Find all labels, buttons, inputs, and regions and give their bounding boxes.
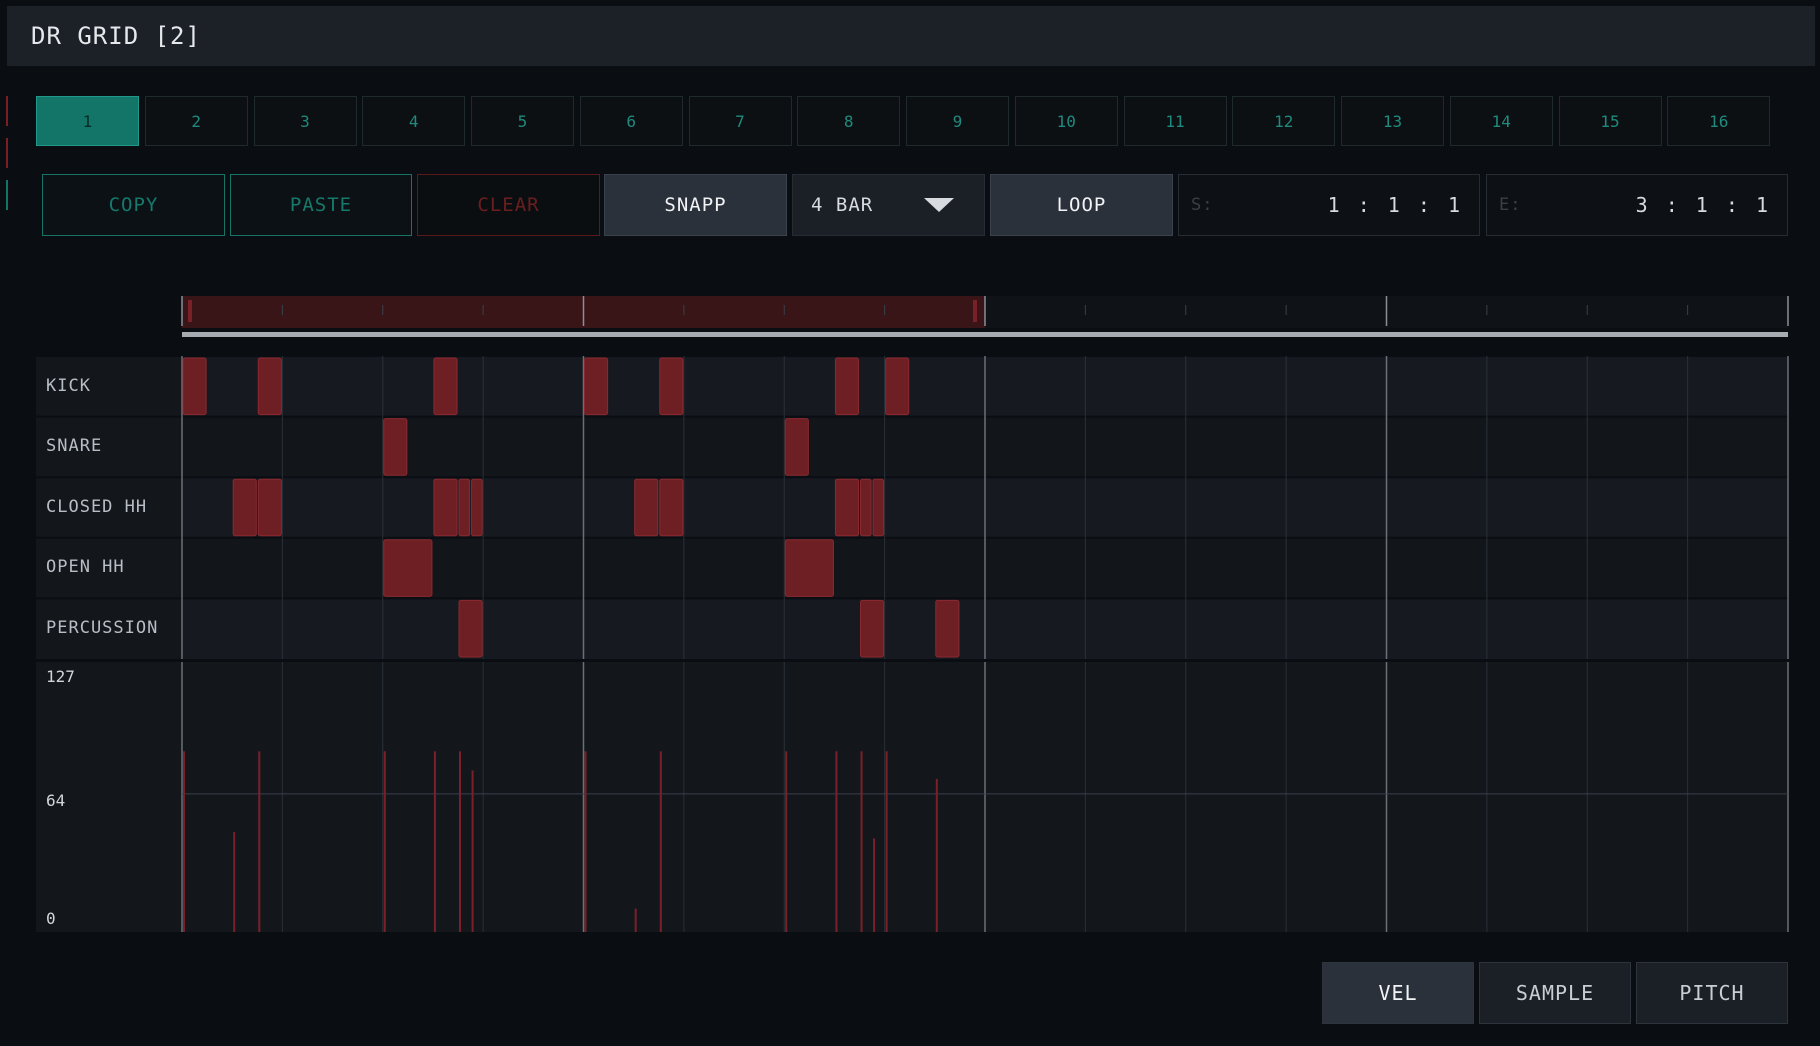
velocity-mid-label: 64 [46, 791, 66, 810]
lane-label-snare: SNARE [46, 436, 103, 456]
sequencer-grid[interactable] [0, 0, 1820, 1046]
note-block[interactable] [834, 478, 860, 537]
lane-label-kick: KICK [46, 376, 91, 396]
velocity-bar[interactable] [634, 908, 637, 932]
velocity-bar[interactable] [258, 751, 261, 932]
velocity-bar[interactable] [873, 838, 876, 932]
velocity-max-label: 127 [46, 667, 75, 686]
loop-end-handle[interactable] [973, 300, 977, 322]
tab-sample[interactable]: SAMPLE [1479, 962, 1631, 1024]
lane-label-open-hh: OPEN HH [46, 557, 125, 577]
note-block[interactable] [860, 599, 885, 658]
velocity-bar[interactable] [835, 751, 838, 932]
velocity-bar[interactable] [885, 751, 888, 932]
note-block[interactable] [834, 357, 860, 416]
loop-start-handle[interactable] [188, 300, 192, 322]
velocity-bar[interactable] [433, 751, 436, 932]
note-block[interactable] [784, 539, 834, 597]
note-block[interactable] [634, 478, 659, 537]
lane-label-percussion: PERCUSSION [46, 618, 159, 638]
note-block[interactable] [935, 599, 960, 658]
note-block[interactable] [232, 478, 257, 537]
velocity-bar[interactable] [233, 832, 236, 932]
note-block[interactable] [433, 478, 458, 537]
velocity-bar[interactable] [383, 751, 386, 932]
note-block[interactable] [458, 599, 483, 658]
velocity-bar[interactable] [183, 751, 185, 932]
note-block[interactable] [471, 478, 483, 537]
note-block[interactable] [659, 478, 684, 537]
note-block[interactable] [433, 357, 458, 416]
note-block[interactable] [383, 539, 433, 597]
note-block[interactable] [584, 357, 609, 416]
note-block[interactable] [383, 418, 408, 476]
note-block[interactable] [257, 478, 282, 537]
note-block[interactable] [885, 357, 910, 416]
velocity-min-label: 0 [46, 909, 56, 928]
velocity-bar[interactable] [584, 751, 587, 932]
note-block[interactable] [659, 357, 684, 416]
note-block[interactable] [458, 478, 471, 537]
note-block[interactable] [182, 357, 207, 416]
timeline-scrollbar[interactable] [182, 332, 1788, 337]
note-block[interactable] [784, 418, 809, 476]
tab-pitch[interactable]: PITCH [1636, 962, 1788, 1024]
velocity-bar[interactable] [471, 770, 474, 932]
tab-velocity[interactable]: VEL [1322, 962, 1474, 1024]
note-block[interactable] [872, 478, 885, 537]
velocity-bar[interactable] [935, 778, 938, 932]
velocity-bar[interactable] [459, 751, 462, 932]
lane-label-closed-hh: CLOSED HH [46, 497, 148, 517]
velocity-bar[interactable] [860, 751, 863, 932]
note-block[interactable] [860, 478, 872, 537]
note-block[interactable] [257, 357, 282, 416]
velocity-bar[interactable] [785, 751, 788, 932]
velocity-bar[interactable] [659, 751, 662, 932]
